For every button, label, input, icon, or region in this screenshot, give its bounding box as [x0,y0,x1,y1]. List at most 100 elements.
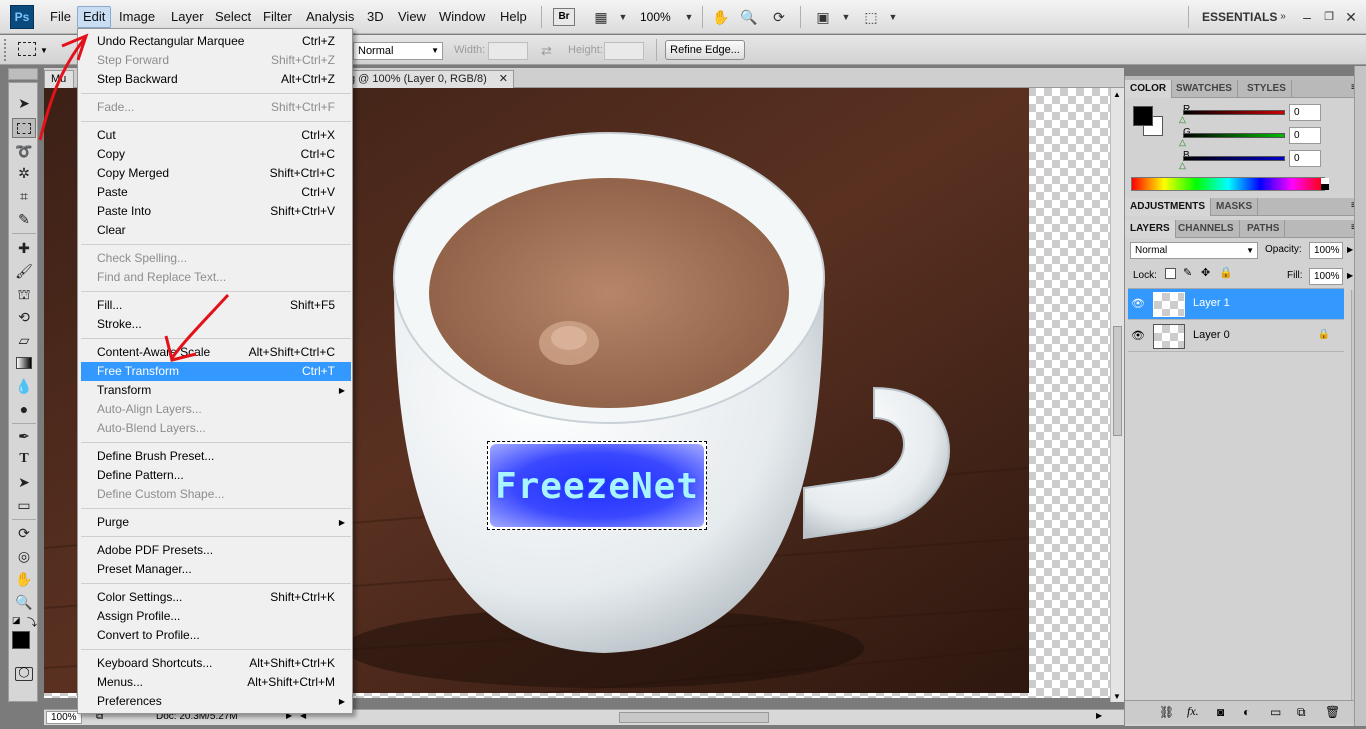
menu-item-color-settings[interactable]: Color Settings... Shift+Ctrl+K [81,588,351,607]
menu-window[interactable]: Window [434,8,490,28]
menu-item-clear[interactable]: Clear [81,221,351,240]
minimize-icon[interactable]: – [1296,8,1318,26]
menu-item-stroke[interactable]: Stroke... [81,315,351,334]
menu-item-purge[interactable]: Purge ▶ [81,513,351,532]
lock-transparent-icon[interactable] [1165,268,1176,279]
workspace-more-icon[interactable]: » [1272,8,1294,26]
menu-file[interactable]: File [45,8,76,28]
hand-tool-icon[interactable]: ✋ [710,8,732,26]
menu-item-preset-manager[interactable]: Preset Manager... [81,560,351,579]
document-tab-other[interactable]: Mu [44,70,74,88]
eyedropper-tool-icon[interactable]: ✎ [12,209,36,229]
healing-brush-tool-icon[interactable]: ✚ [12,238,36,258]
color-spectrum-ramp[interactable] [1131,177,1325,191]
menu-analysis[interactable]: Analysis [301,8,359,28]
layer-row[interactable]: 👁 Layer 0 🔒 [1128,321,1344,352]
crop-tool-icon[interactable]: ⌗ [12,186,36,206]
link-layers-icon[interactable]: ⛓ [1159,705,1174,719]
lock-all-icon[interactable]: 🔒 [1219,266,1233,279]
refine-edge-button[interactable]: Refine Edge... [665,40,745,60]
eraser-tool-icon[interactable]: ▱ [12,330,36,350]
tab-color[interactable]: COLOR [1125,80,1173,98]
blur-tool-icon[interactable]: 💧 [12,376,36,396]
blend-mode-select[interactable]: Normal ▼ [1130,242,1258,259]
scroll-thumb[interactable] [1113,326,1122,436]
swap-colors-icon[interactable]: ⤵ [27,614,37,629]
menu-item-define-pattern[interactable]: Define Pattern... [81,466,351,485]
dodge-tool-icon[interactable]: ● [12,399,36,419]
ramp-black-white[interactable] [1321,178,1329,190]
zoom-tool-icon[interactable]: 🔍 [738,8,760,26]
lasso-tool-icon[interactable]: ➰ [12,141,36,161]
type-tool-icon[interactable]: T [12,449,36,469]
vertical-scrollbar[interactable]: ▲ ▼ [1110,88,1124,702]
screen-mode-icon[interactable]: ⬚ [860,8,882,26]
chevron-down-icon[interactable]: ▼ [612,8,634,26]
fill-field[interactable]: 100% [1309,268,1343,285]
menu-item-paste-into[interactable]: Paste Into Shift+Ctrl+V [81,202,351,221]
menu-item-step-backward[interactable]: Step Backward Alt+Ctrl+Z [81,70,351,89]
swap-icon[interactable]: ⇄ [541,43,552,59]
tab-masks[interactable]: MASKS [1211,198,1259,216]
zoom-level[interactable]: 100% [640,10,671,24]
path-selection-tool-icon[interactable]: ➤ [12,472,36,492]
menu-view[interactable]: View [393,8,431,28]
adjustment-layer-icon[interactable]: ◐ [1243,705,1250,719]
move-tool-icon[interactable]: ➤ [12,93,36,113]
gradient-tool-icon[interactable] [12,353,36,373]
eye-icon[interactable]: 👁 [1131,297,1145,310]
menu-item-cut[interactable]: Cut Ctrl+X [81,126,351,145]
menu-item-convert-to-profile[interactable]: Convert to Profile... [81,626,351,645]
new-group-icon[interactable]: ▭ [1270,705,1281,719]
menu-item-adobe-pdf-presets[interactable]: Adobe PDF Presets... [81,541,351,560]
quick-mask-icon[interactable]: ◯ [15,667,33,681]
channel-slider[interactable] [1183,110,1285,115]
chevron-down-icon[interactable]: ▼ [882,8,904,26]
new-layer-icon[interactable]: ⧉ [1297,705,1306,720]
zoom-tool-icon[interactable]: 🔍 [12,592,36,612]
close-tab-icon[interactable]: ✕ [499,71,508,87]
menu-item-fill[interactable]: Fill... Shift+F5 [81,296,351,315]
menu-item-preferences[interactable]: Preferences ▶ [81,692,351,711]
menu-image[interactable]: Image [114,8,160,28]
style-select[interactable]: Normal ▼ [353,42,443,60]
pen-tool-icon[interactable]: ✒ [12,426,36,446]
add-mask-icon[interactable]: ◙ [1217,705,1224,719]
menu-item-keyboard-shortcuts[interactable]: Keyboard Shortcuts... Alt+Shift+Ctrl+K [81,654,351,673]
menu-item-paste[interactable]: Paste Ctrl+V [81,183,351,202]
brush-tool-icon[interactable]: 🖌 [12,261,36,281]
slider-handle-icon[interactable]: △ [1179,160,1186,171]
default-colors-icon[interactable]: ◪ [12,615,21,626]
opacity-slider-icon[interactable]: ▶ [1347,245,1353,254]
width-field[interactable] [488,42,528,60]
menu-3d[interactable]: 3D [362,8,389,28]
menu-help[interactable]: Help [495,8,532,28]
tab-styles[interactable]: STYLES [1242,80,1292,98]
menu-edit[interactable]: Edit [77,6,112,28]
slider-handle-icon[interactable]: △ [1179,114,1186,125]
channel-slider[interactable] [1183,133,1285,138]
delete-layer-icon[interactable]: 🗑 [1325,705,1340,719]
menu-item-copy[interactable]: Copy Ctrl+C [81,145,351,164]
menu-item-transform[interactable]: Transform ▶ [81,381,351,400]
channel-value-field[interactable]: 0 [1289,150,1321,167]
horizontal-scroll-thumb[interactable] [619,712,769,723]
layer-row[interactable]: 👁 Layer 1 [1128,289,1344,320]
history-brush-tool-icon[interactable]: ⟲ [12,307,36,327]
shape-tool-icon[interactable]: ▭ [12,495,36,515]
channel-slider[interactable] [1183,156,1285,161]
tab-adjustments[interactable]: ADJUSTMENTS [1125,198,1212,216]
tab-layers[interactable]: LAYERS [1125,220,1176,238]
mini-bridge-icon[interactable]: ▦ [590,8,612,26]
tab-channels[interactable]: CHANNELS [1173,220,1240,238]
menu-item-copy-merged[interactable]: Copy Merged Shift+Ctrl+C [81,164,351,183]
3d-rotate-tool-icon[interactable]: ⟳ [12,523,36,543]
menu-item-assign-profile[interactable]: Assign Profile... [81,607,351,626]
selection-marquee[interactable]: FreezeNet [487,441,707,530]
menu-item-menus[interactable]: Menus... Alt+Shift+Ctrl+M [81,673,351,692]
menu-item-define-brush-preset[interactable]: Define Brush Preset... [81,447,351,466]
arrange-documents-icon[interactable]: ▣ [812,8,834,26]
fx-icon[interactable]: fx. [1187,704,1199,719]
menu-select[interactable]: Select [210,8,256,28]
document-tab-active[interactable]: g @ 100% (Layer 0, RGB/8) ✕ [344,70,514,88]
